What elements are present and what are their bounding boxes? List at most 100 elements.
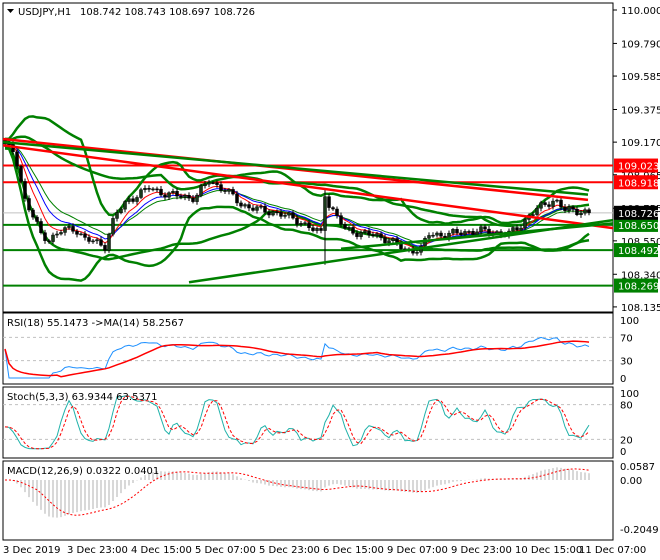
candle-body <box>115 212 119 219</box>
macd-axis-label: 0.0587 <box>620 462 655 473</box>
stoch-axis-label: 100 <box>620 389 639 400</box>
time-axis-label: 5 Dec 23:00 <box>259 545 320 556</box>
price-axis-label: 110.000 <box>621 6 660 17</box>
candle-body <box>351 227 355 234</box>
candle-body <box>543 202 547 205</box>
candle-body <box>299 223 303 225</box>
candle-body <box>511 227 515 232</box>
stoch-axis-label: 80 <box>620 401 633 412</box>
candle-body <box>555 199 559 202</box>
candle-body <box>383 237 387 244</box>
candle-body <box>87 237 91 242</box>
candle-body <box>315 228 319 231</box>
candle-body <box>99 239 103 246</box>
candle-body <box>83 233 87 238</box>
candle-body <box>91 240 95 243</box>
candle-body <box>487 228 491 235</box>
candle-body <box>335 208 339 216</box>
candle-body <box>239 202 243 207</box>
candle-body <box>167 192 171 198</box>
price-axis-label: 109.790 <box>621 39 660 50</box>
candle-body <box>31 209 35 218</box>
macd-label: MACD(12,26,9) 0.0322 0.0401 <box>7 466 159 477</box>
candle-body <box>371 234 375 236</box>
candle-body <box>275 211 279 214</box>
candle-body <box>159 188 163 196</box>
candle-body <box>327 196 331 208</box>
candle-body <box>187 194 191 199</box>
candle-body <box>63 227 67 233</box>
candle-body <box>259 206 263 208</box>
candle-body <box>435 232 439 236</box>
candle-body <box>283 214 287 217</box>
price-tag-label: 108.492 <box>618 246 659 257</box>
candle-body <box>179 195 183 198</box>
candle-body <box>355 233 359 237</box>
candle-body <box>323 196 327 231</box>
time-axis-label: 3 Dec 2019 <box>3 545 61 556</box>
time-axis-label: 6 Dec 15:00 <box>323 545 384 556</box>
candle-body <box>311 227 315 231</box>
candle-body <box>107 233 111 251</box>
candle-body <box>363 230 367 233</box>
candle-body <box>515 227 519 231</box>
candle-body <box>51 234 55 242</box>
candle-body <box>587 209 591 214</box>
trading-chart[interactable]: 110.000 109.790 109.585 109.375 109.170 108.9… <box>0 0 660 560</box>
stoch-axis-label: 20 <box>620 435 633 446</box>
candle-body <box>295 217 299 225</box>
candle-body <box>19 165 23 182</box>
candle-body <box>583 209 587 214</box>
candle-body <box>463 231 467 236</box>
candle-body <box>147 188 151 190</box>
candle-body <box>79 233 83 236</box>
candle-body <box>483 226 487 230</box>
candle-body <box>379 233 383 238</box>
candle-body <box>211 182 215 184</box>
candle-body <box>15 151 19 167</box>
time-axis-label: 9 Dec 07:00 <box>387 545 448 556</box>
candle-body <box>451 229 455 234</box>
candle-body <box>151 188 155 191</box>
candle-body <box>563 206 567 211</box>
candle-body <box>219 184 223 191</box>
rsi-axis-label: 0 <box>620 374 626 385</box>
candle-body <box>455 229 459 234</box>
price-tag-label: 108.269 <box>618 282 659 293</box>
macd-axis-label: -0.2049 <box>620 525 659 536</box>
candle-body <box>279 212 283 217</box>
candle-body <box>459 232 463 236</box>
price-tag-label: 108.650 <box>618 221 659 232</box>
current-price-label: 108.726 <box>618 209 659 220</box>
candle-body <box>339 215 343 225</box>
time-axis-label: 4 Dec 15:00 <box>131 545 192 556</box>
candle-body <box>303 222 307 225</box>
candle-body <box>231 189 235 195</box>
candle-body <box>439 232 443 237</box>
price-axis-label: 109.585 <box>621 72 660 83</box>
candle-body <box>347 227 351 229</box>
candle-body <box>331 207 335 210</box>
candle-body <box>203 183 207 187</box>
candle-body <box>559 199 563 208</box>
price-axis-label: 109.170 <box>621 138 660 149</box>
candle-body <box>199 185 203 196</box>
candle-body <box>523 219 527 229</box>
candle-body <box>575 208 579 216</box>
candle-body <box>375 233 379 236</box>
candle-body <box>271 211 275 216</box>
candle-body <box>547 204 551 207</box>
rsi-axis-label: 100 <box>620 316 639 327</box>
candle-body <box>23 181 27 199</box>
candle-body <box>103 245 107 251</box>
candle-body <box>291 212 295 219</box>
candle-body <box>35 216 39 222</box>
candle-body <box>343 224 347 229</box>
stoch-label: Stoch(5,3,3) 63.9344 63.5371 <box>7 392 158 403</box>
time-axis-label: 9 Dec 23:00 <box>451 545 512 556</box>
candle-body <box>539 202 543 209</box>
candle-body <box>535 207 539 215</box>
candle-body <box>155 188 159 191</box>
candle-body <box>139 189 143 198</box>
candle-body <box>207 182 211 185</box>
